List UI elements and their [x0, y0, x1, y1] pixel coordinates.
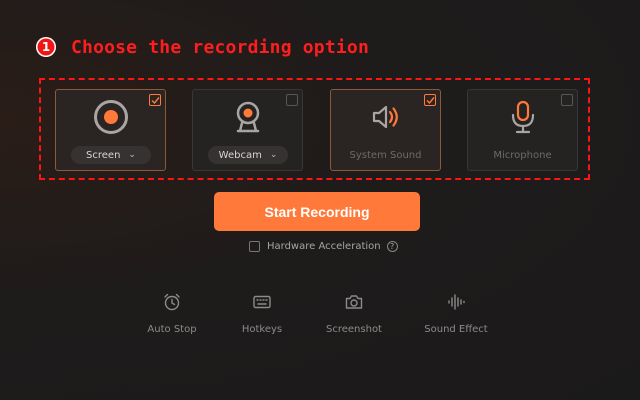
sound-effect-tool[interactable]: Sound Effect [416, 292, 496, 335]
screen-checkbox[interactable] [149, 94, 161, 106]
webcam-dropdown-label: Webcam [218, 149, 262, 161]
start-recording-button[interactable]: Start Recording [214, 192, 420, 231]
screen-dropdown[interactable]: Screen ⌄ [71, 146, 151, 164]
screenshot-tool[interactable]: Screenshot [314, 292, 394, 335]
keyboard-icon [253, 295, 271, 309]
webcam-option-card[interactable]: Webcam ⌄ [192, 89, 303, 171]
help-icon[interactable]: ? [386, 240, 398, 252]
hardware-acceleration-label: Hardware Acceleration [267, 240, 381, 252]
webcam-dropdown[interactable]: Webcam ⌄ [208, 146, 288, 164]
record-icon [93, 100, 128, 134]
camera-icon [345, 295, 363, 309]
auto-stop-label: Auto Stop [147, 324, 197, 335]
step-header: 1 Choose the recording option [36, 35, 369, 59]
webcam-icon [236, 101, 259, 133]
microphone-checkbox[interactable] [561, 94, 573, 106]
step-title: Choose the recording option [71, 36, 369, 58]
webcam-checkbox[interactable] [286, 94, 298, 106]
system-sound-label: System Sound [349, 150, 422, 161]
microphone-icon [511, 100, 534, 134]
alarm-clock-icon [164, 293, 180, 311]
microphone-label: Microphone [493, 150, 552, 161]
speaker-icon [372, 105, 398, 129]
screen-dropdown-label: Screen [86, 149, 121, 161]
hardware-acceleration-checkbox[interactable] [249, 240, 260, 252]
sound-effect-label: Sound Effect [424, 324, 488, 335]
microphone-option-card[interactable]: Microphone [467, 89, 578, 171]
system-sound-option-card[interactable]: System Sound [330, 89, 441, 171]
hotkeys-label: Hotkeys [241, 324, 283, 335]
sound-wave-icon [448, 294, 465, 310]
chevron-down-icon: ⌄ [128, 150, 136, 160]
step-number-badge: 1 [36, 37, 56, 57]
system-sound-checkbox[interactable] [424, 94, 436, 106]
screenshot-label: Screenshot [326, 324, 382, 335]
auto-stop-tool[interactable]: Auto Stop [132, 292, 212, 335]
screen-option-card[interactable]: Screen ⌄ [55, 89, 166, 171]
chevron-down-icon: ⌄ [269, 150, 278, 160]
hotkeys-tool[interactable]: Hotkeys [222, 292, 302, 335]
hardware-acceleration-row: Hardware Acceleration ? [249, 239, 398, 253]
